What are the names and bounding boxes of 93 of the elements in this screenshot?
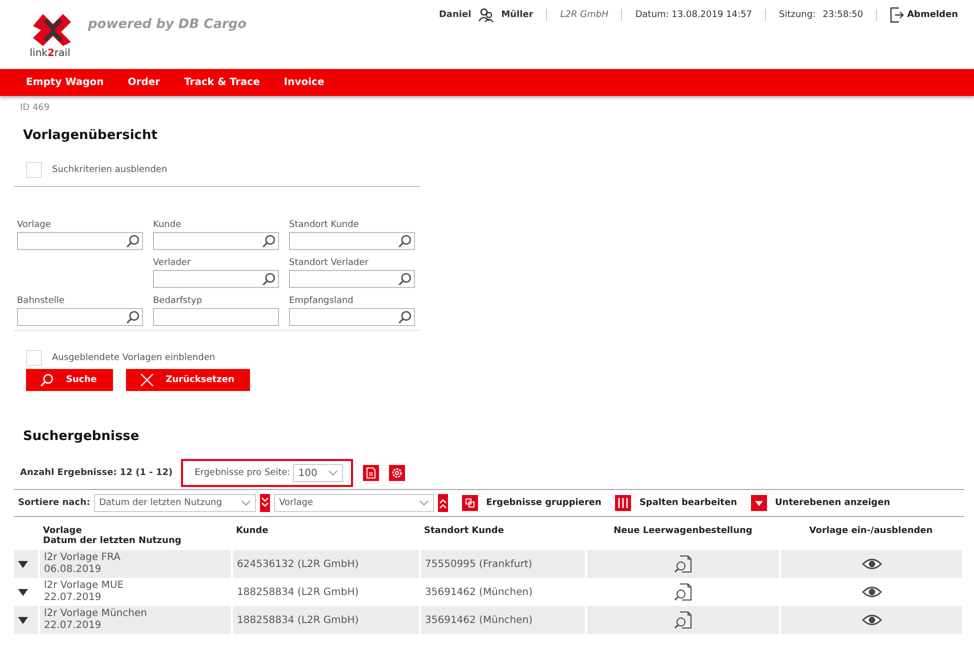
input-field[interactable]: [17, 232, 143, 250]
group-icon: [462, 495, 478, 511]
table-cell: 624536132 (L2R GmbH): [232, 550, 420, 578]
field-label: Standort Verlader: [289, 258, 370, 269]
logout-icon: [890, 7, 904, 23]
search-icon: [126, 310, 140, 324]
sort-label: Sortiere nach:: [18, 498, 90, 508]
field-label: Bedarfstyp: [153, 296, 204, 307]
column-header: Vorlage ein-/ausblenden: [808, 526, 934, 536]
chevron-down-icon: [419, 500, 430, 506]
column-header: Datum der letzten Nutzung: [43, 536, 182, 546]
template-name: l2r Vorlage München: [44, 608, 148, 620]
user-first-name: Daniel: [438, 10, 472, 20]
eye-icon: [862, 558, 882, 570]
usage-date: 06.08.2019: [44, 564, 102, 576]
settings-icon: [389, 465, 406, 481]
tagline: powered by DB Cargo: [88, 17, 247, 32]
column-header: Vorlage: [43, 526, 83, 536]
table-cell: 188258834 (L2R GmbH): [232, 606, 420, 634]
user-last-name: Müller: [501, 10, 534, 20]
nav-item[interactable]: Track & Trace: [184, 77, 260, 88]
table-cell: 75550995 (Frankfurt): [420, 550, 586, 578]
users-icon: [478, 7, 494, 23]
expand-arrow-icon: [18, 588, 28, 596]
usage-date: 22.07.2019: [44, 592, 102, 604]
field-label: Verlader: [153, 258, 192, 269]
page-size-select[interactable]: 100: [293, 464, 344, 482]
input-field[interactable]: [289, 232, 415, 250]
session-time: 23:58:50: [822, 10, 864, 20]
sort-ascending-icon: [438, 494, 448, 512]
close-icon: [140, 373, 154, 387]
toolbar-action[interactable]: Spalten bearbeiten: [615, 495, 737, 511]
search-icon: [40, 373, 54, 387]
input-field[interactable]: [17, 308, 143, 326]
table-cell: 35691462 (München): [420, 606, 586, 634]
checkbox-label: Suchkriterien ausblenden: [52, 165, 168, 175]
document-search-icon: [673, 582, 693, 602]
sort-descending-icon: [260, 494, 270, 512]
search-icon: [398, 272, 412, 286]
search-icon: [398, 310, 412, 324]
input-field[interactable]: [153, 270, 279, 288]
toolbar-action[interactable]: Ergebnisse gruppieren: [462, 495, 602, 511]
eye-icon: [862, 586, 882, 598]
field-label: Bahnstelle: [17, 296, 66, 307]
logout-link[interactable]: Abmelden: [890, 7, 958, 23]
search-button[interactable]: Suche: [26, 369, 113, 391]
section-title: Suchergebnisse: [23, 429, 140, 444]
per-page-label: Ergebnisse pro Seite:: [194, 468, 290, 478]
field-label: Empfangsland: [289, 296, 354, 307]
checkbox[interactable]: [26, 162, 42, 178]
input-field[interactable]: [153, 308, 279, 326]
checkbox[interactable]: [26, 350, 42, 366]
date-text: Datum: 13.08.2019 14:57: [635, 10, 752, 20]
field-label: Kunde: [153, 220, 182, 231]
result-count: Anzahl Ergebnisse: 12 (1 - 12): [20, 468, 173, 478]
input-field[interactable]: [289, 308, 415, 326]
sort-select[interactable]: Datum der letzten Nutzung: [94, 494, 256, 512]
search-icon: [262, 272, 276, 286]
chevron-down-icon: [328, 470, 338, 476]
eye-icon: [862, 614, 882, 626]
sort-select[interactable]: Vorlage: [274, 494, 434, 512]
expand-arrow-icon: [18, 560, 28, 568]
input-field[interactable]: [289, 270, 415, 288]
columns-icon: [615, 495, 632, 511]
field-label: Standort Kunde: [289, 220, 360, 231]
nav-item[interactable]: Invoice: [284, 77, 324, 88]
template-name: l2r Vorlage FRA: [44, 552, 122, 564]
reset-button[interactable]: Zurücksetzen: [126, 369, 250, 391]
column-header: Standort Kunde: [424, 526, 505, 536]
expand-arrow-icon: [18, 616, 28, 624]
column-header: Neue Leerwagenbestellung: [612, 526, 754, 536]
template-name: l2r Vorlage MUE: [44, 580, 125, 592]
document-search-icon: [673, 554, 693, 574]
search-icon: [398, 234, 412, 248]
field-label: Vorlage: [17, 220, 52, 231]
logo-text: link2rail: [30, 48, 70, 59]
input-field[interactable]: [153, 232, 279, 250]
search-icon: [262, 234, 276, 248]
pdf-export-icon: [363, 465, 380, 481]
triangle-down-icon: [750, 495, 767, 511]
checkbox-label: Ausgeblendete Vorlagen einblenden: [52, 353, 216, 363]
chevron-down-icon: [241, 500, 252, 506]
document-search-icon: [673, 610, 693, 630]
page-id: ID 469: [20, 103, 51, 113]
toolbar-action[interactable]: Unterebenen anzeigen: [750, 495, 890, 511]
usage-date: 22.07.2019: [44, 620, 102, 632]
column-header: Kunde: [236, 526, 270, 536]
nav-item[interactable]: Empty Wagon: [26, 77, 104, 88]
page-title: Vorlagenübersicht: [23, 128, 158, 143]
nav-item[interactable]: Order: [128, 77, 160, 88]
session-label: Sitzung:: [779, 10, 816, 20]
search-icon: [126, 234, 140, 248]
company-name: L2R GmbH: [560, 10, 608, 20]
